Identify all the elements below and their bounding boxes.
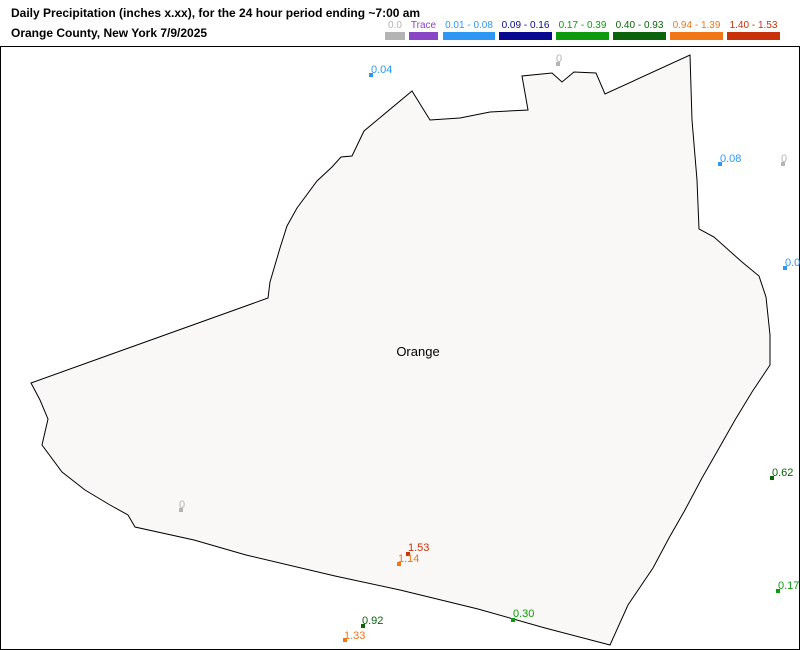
station-11[interactable]: 0.92 — [361, 615, 383, 628]
station-2[interactable]: 0.08 — [718, 153, 741, 166]
station-1[interactable]: 0 — [556, 53, 562, 66]
station-value: 0.62 — [772, 467, 793, 479]
station-3[interactable]: 0 — [781, 153, 787, 166]
station-value: 0.17 — [778, 580, 799, 592]
station-9[interactable]: 1.14 — [397, 553, 419, 566]
county-map: Orange 0.04 0 0.08 0 0.0 0.62 0.17 0 1.5… — [30, 53, 800, 646]
station-0[interactable]: 0.04 — [369, 64, 392, 77]
station-12[interactable]: 1.33 — [343, 630, 365, 642]
station-value: 0.30 — [513, 608, 534, 620]
station-value: 0.04 — [371, 64, 392, 76]
station-5[interactable]: 0.62 — [770, 467, 793, 480]
station-value: 0 — [556, 53, 562, 65]
station-value: 1.14 — [398, 553, 419, 565]
station-7[interactable]: 0 — [179, 499, 185, 512]
station-value: 0 — [179, 499, 185, 511]
station-6[interactable]: 0.17 — [776, 580, 799, 593]
county-label: Orange — [396, 344, 439, 359]
station-value: 0 — [781, 153, 787, 165]
station-value: 0.08 — [720, 153, 741, 165]
station-4[interactable]: 0.0 — [783, 257, 800, 270]
station-value: 0.92 — [362, 615, 383, 627]
station-value: 1.33 — [344, 630, 365, 642]
station-10[interactable]: 0.30 — [511, 608, 534, 622]
station-value: 0.0 — [785, 257, 800, 269]
